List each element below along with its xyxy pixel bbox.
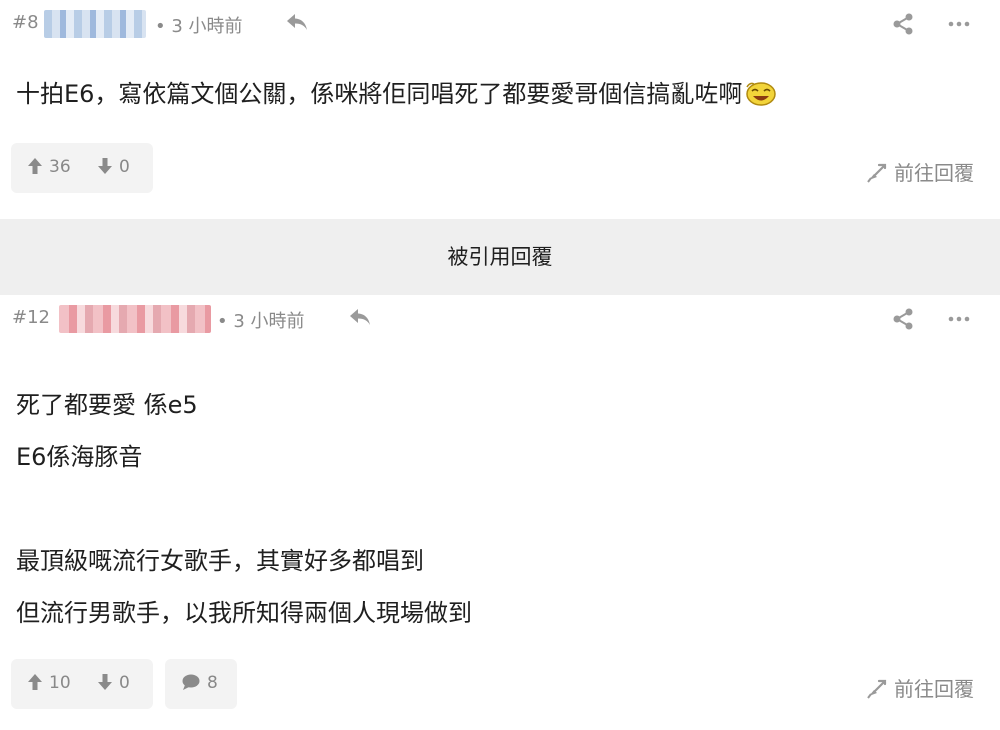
goto-reply-link[interactable]: 前往回覆: [866, 157, 974, 186]
reply-arrow-icon[interactable]: [347, 305, 373, 329]
post-8: #8 • 3 小時前 十拍E6，寫依篇文個公關，係咪將佢同唱死了都要愛哥個信搞亂…: [0, 0, 1000, 219]
goto-reply-icon: [867, 679, 887, 699]
vote-box: 10 0: [11, 659, 153, 709]
content-line: 十拍E6，寫依篇文個公關，係咪將佢同唱死了都要愛哥個信搞亂咗啊: [16, 68, 778, 120]
content-line: 但流行男歌手，以我所知得兩個人現場做到: [16, 599, 472, 627]
post-content: 死了都要愛 係e5 E6係海豚音 最頂級嘅流行女歌手，其實好多都唱到 但流行男歌…: [16, 379, 472, 639]
vote-box: 36 0: [11, 143, 153, 193]
post-header: #12 • 3 小時前: [0, 295, 1000, 341]
thumb-up-arrow-icon: [28, 158, 42, 174]
username-blurred[interactable]: [44, 10, 146, 38]
more-dots-icon[interactable]: [946, 307, 972, 331]
comment-bubble-icon: [182, 674, 200, 690]
content-line: 死了都要愛 係e5: [16, 391, 198, 419]
post-header: #8 • 3 小時前: [0, 0, 1000, 46]
share-icon[interactable]: [891, 12, 915, 36]
post-content: 十拍E6，寫依篇文個公關，係咪將佢同唱死了都要愛哥個信搞亂咗啊: [16, 68, 778, 120]
post-number: #12: [12, 307, 50, 328]
content-line: E6係海豚音: [16, 443, 143, 471]
post-number: #8: [12, 12, 39, 33]
comment-count-button[interactable]: 8: [181, 673, 218, 693]
post-time: • 3 小時前: [155, 16, 243, 37]
upvote-button[interactable]: 10: [27, 673, 71, 693]
username-blurred[interactable]: [59, 305, 211, 333]
content-line: 最頂級嘅流行女歌手，其實好多都唱到: [16, 547, 424, 575]
post-12: #12 • 3 小時前 死了都要愛 係e5 E6係海豚音 最頂級嘅流行女歌手，其…: [0, 295, 1000, 730]
thumb-down-arrow-icon: [98, 674, 112, 690]
content-line: [16, 483, 472, 535]
goto-reply-icon: [867, 163, 887, 183]
post-time: • 3 小時前: [217, 311, 305, 332]
thumb-up-arrow-icon: [28, 674, 42, 690]
reply-arrow-icon[interactable]: [284, 10, 310, 34]
goto-reply-link[interactable]: 前往回覆: [866, 673, 974, 702]
thumb-down-arrow-icon: [98, 158, 112, 174]
laughing-emoji-icon: [746, 82, 777, 106]
downvote-button[interactable]: 0: [97, 157, 130, 177]
quoted-reply-banner[interactable]: 被引用回覆: [0, 219, 1000, 295]
share-icon[interactable]: [891, 307, 915, 331]
upvote-button[interactable]: 36: [27, 157, 71, 177]
downvote-button[interactable]: 0: [97, 673, 130, 693]
more-dots-icon[interactable]: [946, 12, 972, 36]
comment-box: 8: [165, 659, 237, 709]
